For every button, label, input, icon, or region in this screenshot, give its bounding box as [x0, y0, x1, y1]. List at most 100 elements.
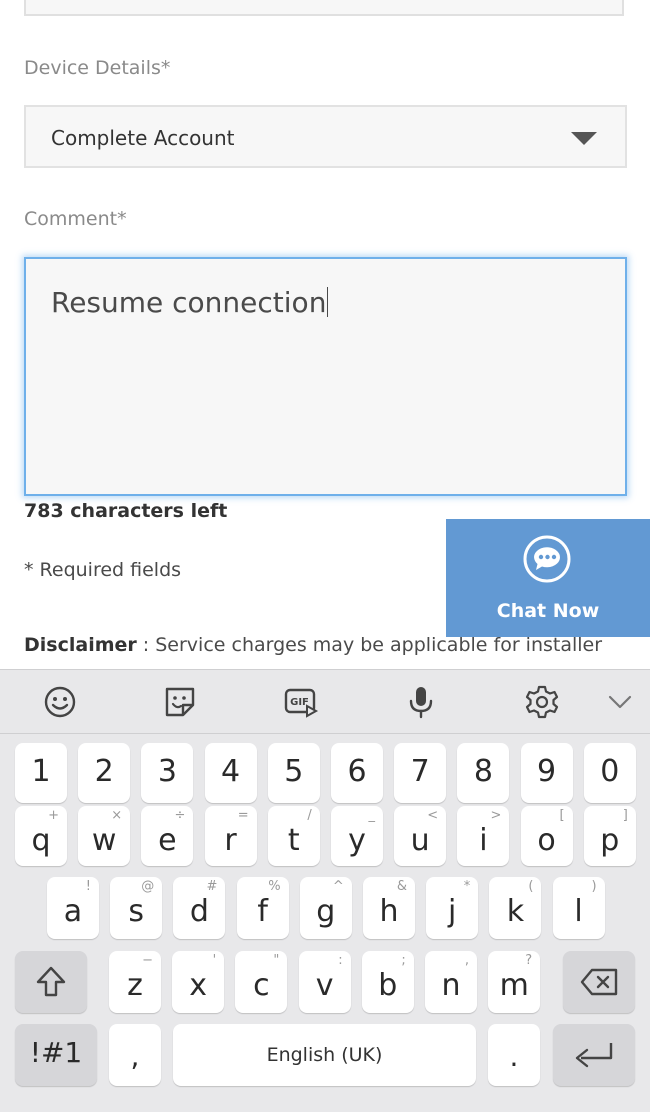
- key-t[interactable]: t /: [267, 806, 320, 866]
- chat-bubble-icon: [523, 535, 571, 583]
- comment-label: Comment*: [24, 208, 127, 230]
- key-w-hint: ×: [111, 808, 123, 823]
- key-y-label: y: [348, 823, 366, 858]
- key-i[interactable]: i >: [457, 806, 510, 866]
- key-1[interactable]: 1: [15, 743, 67, 803]
- key-k-hint: (: [528, 879, 534, 894]
- backspace-icon: [580, 968, 618, 996]
- gif-icon[interactable]: GIF: [283, 684, 319, 720]
- chat-now-label: Chat Now: [496, 600, 600, 622]
- required-fields-note: * Required fields: [24, 559, 182, 581]
- key-9-label: 9: [537, 754, 557, 789]
- key-m-hint: ?: [525, 953, 533, 968]
- key-p[interactable]: p]: [583, 806, 636, 866]
- key-w[interactable]: w ×: [78, 806, 131, 866]
- microphone-icon[interactable]: [403, 684, 439, 720]
- chevron-down-icon[interactable]: [602, 684, 638, 720]
- key-h[interactable]: h &: [363, 877, 415, 939]
- on-screen-keyboard: GIF 1 2 3 4 5 6 7 8 9 0 q + w × e ÷ r = t / y _ u < i > o[p] a! s @ d #…: [0, 669, 650, 1112]
- key-p-hint: ]: [622, 808, 628, 823]
- key-n-hint: ,: [464, 953, 469, 968]
- key-f[interactable]: f%: [236, 877, 289, 939]
- disclaimer-text: Disclaimer : Service charges may be appl…: [24, 634, 602, 656]
- key-s-hint: @: [141, 879, 155, 894]
- period-key-label: .: [509, 1040, 519, 1073]
- key-m-label: m: [499, 968, 529, 1003]
- key-s[interactable]: s @: [110, 877, 163, 939]
- key-e-hint: ÷: [174, 808, 186, 823]
- key-x[interactable]: x ': [172, 951, 225, 1013]
- enter-icon: [575, 1043, 613, 1068]
- key-c-label: c: [253, 968, 270, 1003]
- key-y[interactable]: y _: [331, 806, 383, 866]
- key-k[interactable]: k(: [489, 877, 542, 939]
- key-j[interactable]: j *: [426, 877, 479, 939]
- key-8[interactable]: 8: [457, 743, 510, 803]
- key-4[interactable]: 4: [204, 743, 257, 803]
- key-l[interactable]: l): [552, 877, 605, 939]
- key-4-label: 4: [221, 754, 241, 789]
- key-c[interactable]: c ": [235, 951, 288, 1013]
- comma-key[interactable]: ,: [109, 1024, 161, 1086]
- key-t-hint: /: [307, 808, 312, 823]
- key-f-hint: %: [268, 879, 281, 894]
- key-b-hint: ;: [401, 953, 406, 968]
- key-x-label: x: [189, 968, 208, 1003]
- sticker-icon[interactable]: [162, 684, 198, 720]
- key-2[interactable]: 2: [78, 743, 131, 803]
- space-bar[interactable]: English (UK): [173, 1024, 476, 1086]
- key-u[interactable]: u <: [394, 806, 447, 866]
- emoji-icon[interactable]: [42, 684, 78, 720]
- key-d[interactable]: d #: [173, 877, 226, 939]
- key-5-label: 5: [284, 754, 304, 789]
- key-q-label: q: [31, 823, 51, 858]
- shift-key[interactable]: [15, 951, 87, 1013]
- enter-key[interactable]: [553, 1024, 635, 1086]
- key-p-label: p: [600, 823, 620, 858]
- key-9[interactable]: 9: [520, 743, 573, 803]
- key-a[interactable]: a!: [47, 877, 99, 939]
- key-u-label: u: [410, 823, 430, 858]
- key-0[interactable]: 0: [583, 743, 636, 803]
- chat-now-button[interactable]: Chat Now: [446, 519, 650, 637]
- key-2-label: 2: [94, 754, 114, 789]
- previous-field[interactable]: [24, 0, 624, 16]
- backspace-key[interactable]: [563, 951, 635, 1013]
- key-y-hint: _: [368, 808, 376, 823]
- key-r[interactable]: r =: [204, 806, 257, 866]
- key-5[interactable]: 5: [267, 743, 320, 803]
- text-cursor: [327, 287, 329, 317]
- key-s-label: s: [128, 894, 144, 929]
- key-3[interactable]: 3: [141, 743, 194, 803]
- key-o[interactable]: o[: [520, 806, 573, 866]
- disclaimer-title: Disclaimer: [24, 634, 137, 656]
- space-bar-label: English (UK): [266, 1044, 383, 1066]
- key-b[interactable]: b;: [361, 951, 414, 1013]
- symbols-key[interactable]: !#1: [15, 1024, 97, 1086]
- device-details-select[interactable]: Complete Account: [24, 105, 627, 168]
- key-e[interactable]: e ÷: [141, 806, 194, 866]
- key-v-hint: :: [338, 953, 343, 968]
- settings-icon[interactable]: [524, 684, 560, 720]
- key-v[interactable]: v:: [298, 951, 351, 1013]
- key-g-label: g: [316, 894, 336, 929]
- disclaimer-body: : Service charges may be applicable for …: [136, 634, 603, 656]
- key-m[interactable]: m?: [488, 951, 541, 1013]
- key-n[interactable]: n,: [425, 951, 477, 1013]
- comma-key-label: ,: [130, 1040, 140, 1073]
- key-3-label: 3: [157, 754, 177, 789]
- key-g[interactable]: g ^: [299, 877, 352, 939]
- key-d-label: d: [189, 894, 209, 929]
- key-q[interactable]: q +: [15, 806, 67, 866]
- key-7[interactable]: 7: [394, 743, 447, 803]
- period-key[interactable]: .: [488, 1024, 540, 1086]
- key-i-hint: >: [490, 808, 502, 823]
- key-n-label: n: [441, 968, 461, 1003]
- key-c-hint: ": [273, 953, 280, 968]
- dropdown-arrow-icon: [571, 132, 597, 145]
- comment-text: Resume connection: [51, 286, 329, 319]
- key-6[interactable]: 6: [331, 743, 383, 803]
- key-z[interactable]: z −: [109, 951, 161, 1013]
- comment-textarea[interactable]: Resume connection: [24, 257, 627, 496]
- key-l-label: l: [574, 894, 583, 929]
